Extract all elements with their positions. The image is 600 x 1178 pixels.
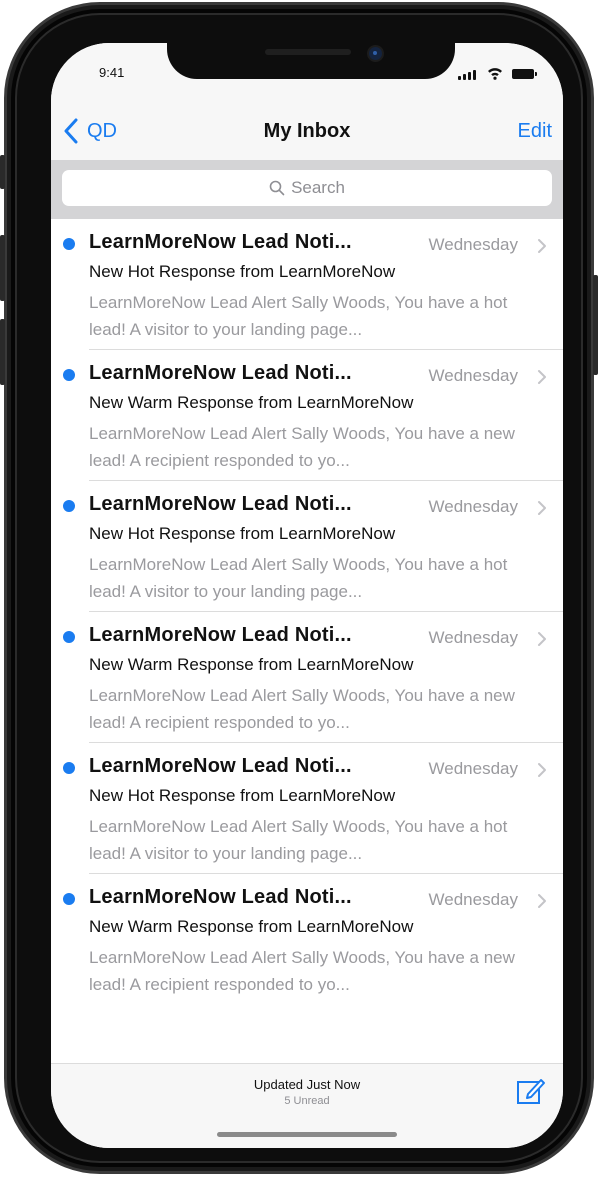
- email-date: Wednesday: [428, 890, 518, 909]
- email-list-item[interactable]: LearnMoreNow Lead Noti... Wednesday New Wa…: [51, 874, 563, 1005]
- compose-icon[interactable]: [515, 1075, 547, 1107]
- front-camera: [367, 45, 384, 62]
- bottom-toolbar: Updated Just Now 5 Unread: [51, 1063, 563, 1148]
- email-preview: LearnMoreNow Lead Alert Sally Woods, You…: [89, 555, 508, 601]
- battery-icon: [512, 69, 537, 79]
- volume-down-button: [0, 319, 5, 385]
- chevron-right-icon: [538, 632, 546, 646]
- mute-switch: [0, 155, 5, 189]
- volume-up-button: [0, 235, 5, 301]
- page-title: My Inbox: [263, 120, 351, 142]
- home-indicator[interactable]: [217, 1132, 397, 1137]
- search-input[interactable]: Search: [62, 170, 552, 206]
- email-list: LearnMoreNow Lead Noti... Wednesday New Ho…: [51, 219, 563, 1005]
- chevron-right-icon: [538, 370, 546, 384]
- email-sender: LearnMoreNow Lead Noti...: [89, 231, 352, 253]
- search-bar-container: Search: [51, 160, 563, 219]
- edit-button[interactable]: Edit: [518, 120, 552, 143]
- email-subject: New Hot Response from LearnMoreNow: [89, 786, 396, 805]
- email-subject: New Hot Response from LearnMoreNow: [89, 524, 396, 543]
- email-preview: LearnMoreNow Lead Alert Sally Woods, You…: [89, 817, 508, 863]
- speaker: [265, 49, 351, 55]
- phone-frame: 9:41 QD My Inbox Edit Search LearnMoreNo…: [0, 2, 598, 1174]
- notch: [167, 43, 455, 79]
- email-list-item[interactable]: LearnMoreNow Lead Noti... Wednesday New Wa…: [51, 612, 563, 743]
- email-preview: LearnMoreNow Lead Alert Sally Woods, You…: [89, 424, 515, 470]
- email-sender: LearnMoreNow Lead Noti...: [89, 493, 352, 515]
- email-subject: New Warm Response from LearnMoreNow: [89, 917, 414, 936]
- email-list-item[interactable]: LearnMoreNow Lead Noti... Wednesday New Ho…: [51, 743, 563, 874]
- chevron-right-icon: [538, 894, 546, 908]
- email-preview: LearnMoreNow Lead Alert Sally Woods, You…: [89, 293, 508, 339]
- email-date: Wednesday: [428, 497, 518, 516]
- unread-dot: [63, 369, 75, 381]
- search-placeholder: Search: [291, 178, 345, 197]
- email-sender: LearnMoreNow Lead Noti...: [89, 362, 352, 384]
- search-icon: [269, 180, 285, 196]
- wifi-icon: [488, 68, 502, 80]
- email-sender: LearnMoreNow Lead Noti...: [89, 624, 352, 646]
- chevron-right-icon: [538, 763, 546, 777]
- email-preview: LearnMoreNow Lead Alert Sally Woods, You…: [89, 686, 515, 732]
- email-preview: LearnMoreNow Lead Alert Sally Woods, You…: [89, 948, 515, 994]
- unread-dot: [63, 893, 75, 905]
- email-subject: New Hot Response from LearnMoreNow: [89, 262, 396, 281]
- email-subject: New Warm Response from LearnMoreNow: [89, 393, 414, 412]
- email-date: Wednesday: [428, 366, 518, 385]
- email-list-item[interactable]: LearnMoreNow Lead Noti... Wednesday New Wa…: [51, 350, 563, 481]
- email-date: Wednesday: [428, 628, 518, 647]
- unread-dot: [63, 500, 75, 512]
- status-time: 9:41: [99, 65, 125, 80]
- unread-dot: [63, 762, 75, 774]
- chevron-right-icon: [538, 501, 546, 515]
- email-sender: LearnMoreNow Lead Noti...: [89, 886, 352, 908]
- chevron-right-icon: [538, 239, 546, 253]
- unread-dot: [63, 238, 75, 250]
- unread-dot: [63, 631, 75, 643]
- updated-status: Updated Just Now: [253, 1077, 361, 1092]
- email-sender: LearnMoreNow Lead Noti...: [89, 755, 352, 777]
- email-list-item[interactable]: LearnMoreNow Lead Noti... Wednesday New Ho…: [51, 481, 563, 612]
- email-list-item[interactable]: LearnMoreNow Lead Noti... Wednesday New Ho…: [51, 219, 563, 350]
- phone-screen: 9:41 QD My Inbox Edit Search LearnMoreNo…: [51, 43, 563, 1148]
- email-date: Wednesday: [428, 235, 518, 254]
- email-subject: New Warm Response from LearnMoreNow: [89, 655, 414, 674]
- unread-count: 5 Unread: [284, 1095, 330, 1107]
- email-date: Wednesday: [428, 759, 518, 778]
- power-button: [593, 275, 598, 375]
- signal-icon: [458, 70, 476, 80]
